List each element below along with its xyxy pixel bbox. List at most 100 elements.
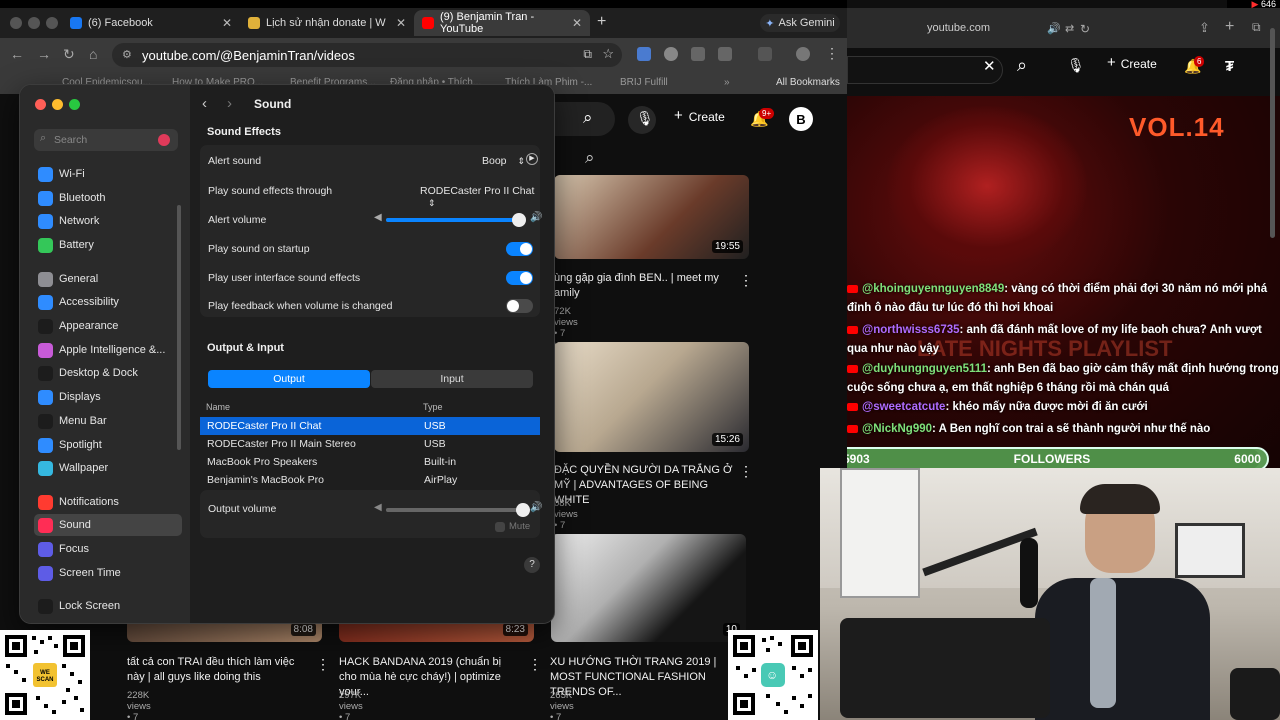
slider-thumb[interactable] bbox=[516, 503, 531, 517]
play-alert-button[interactable]: ▶ bbox=[526, 153, 538, 165]
bookmark-star-icon[interactable]: ☆ bbox=[602, 46, 614, 62]
sidebar-scrollbar[interactable] bbox=[177, 205, 181, 450]
close-tab-icon[interactable]: ✕ bbox=[396, 16, 406, 30]
sidebar-item-bluetooth[interactable]: Bluetooth bbox=[34, 187, 182, 209]
close-tab-icon[interactable]: ✕ bbox=[222, 16, 232, 30]
feedback-toggle[interactable] bbox=[506, 299, 533, 313]
profile-avatar-icon[interactable] bbox=[796, 47, 810, 61]
translate-icon[interactable]: ⇄ bbox=[1065, 22, 1074, 35]
extensions-puzzle-icon[interactable] bbox=[718, 47, 732, 61]
help-button[interactable]: ? bbox=[524, 557, 540, 573]
safari-scrollbar[interactable] bbox=[1270, 28, 1275, 238]
tab-search-icon[interactable] bbox=[758, 47, 772, 61]
ask-gemini-button[interactable]: ✦ Ask Gemini bbox=[760, 14, 840, 32]
alert-volume-slider[interactable] bbox=[386, 213, 526, 227]
sidebar-item-general[interactable]: General bbox=[34, 268, 182, 290]
sidebar-item-notifications[interactable]: Notifications bbox=[34, 491, 182, 513]
column-header-type[interactable]: Type bbox=[423, 402, 443, 412]
tab-wescan[interactable]: Lịch sử nhận donate | WeScan ✕ bbox=[240, 10, 414, 36]
input-tab[interactable]: Input bbox=[371, 370, 533, 388]
back-arrow-icon[interactable]: ← bbox=[10, 46, 24, 62]
bookmark-item[interactable]: BRIJ Fulfill bbox=[620, 77, 668, 88]
home-icon[interactable]: ⌂ bbox=[89, 46, 97, 62]
video-menu-icon[interactable]: ⋮ bbox=[739, 463, 753, 480]
column-header-name[interactable]: Name bbox=[206, 402, 230, 412]
close-window-button[interactable] bbox=[35, 99, 46, 110]
video-menu-icon[interactable]: ⋮ bbox=[316, 656, 330, 673]
sidebar-item-sound[interactable]: Sound bbox=[34, 514, 182, 536]
device-row[interactable]: RODECaster Pro II Chat USB bbox=[200, 417, 540, 435]
mute-checkbox[interactable]: Mute bbox=[495, 521, 530, 532]
install-app-icon[interactable]: ⧉ bbox=[583, 47, 592, 62]
extension-s-icon[interactable] bbox=[664, 47, 678, 61]
address-bar[interactable]: ⚙ youtube.com/@BenjaminTran/videos ⧉ ☆ bbox=[112, 43, 622, 67]
forward-arrow-icon[interactable]: → bbox=[37, 46, 51, 62]
back-chevron-icon[interactable]: ‹ bbox=[202, 95, 207, 112]
channel-search-icon[interactable]: ⌕ bbox=[585, 148, 595, 168]
minimize-window-button[interactable] bbox=[28, 17, 40, 29]
sidebar-item-apple-intelligence[interactable]: Apple Intelligence &... bbox=[34, 339, 182, 361]
share-icon[interactable]: ⇪ bbox=[1199, 20, 1210, 36]
zoom-window-button[interactable] bbox=[46, 17, 58, 29]
sidebar-item-wi-fi[interactable]: Wi-Fi bbox=[34, 163, 182, 185]
video-thumbnail[interactable]: 15:26 bbox=[554, 342, 749, 452]
more-bookmarks-icon[interactable]: » bbox=[724, 77, 730, 88]
output-volume-slider[interactable] bbox=[386, 503, 531, 517]
yt-create-button[interactable]: + Create bbox=[674, 107, 725, 124]
video-title[interactable]: ĐẶC QUYỀN NGƯỜI DA TRẮNG Ở MỸ | ADVANTAG… bbox=[554, 463, 734, 508]
search-icon[interactable]: ⌕ bbox=[1017, 55, 1027, 76]
microphone-icon[interactable]: 🎙 bbox=[1067, 57, 1085, 74]
video-thumbnail[interactable]: 10 bbox=[551, 534, 746, 642]
stream-video[interactable]: VOL.14 LATE NIGHTS PLAYLIST @khoinguyenn… bbox=[847, 96, 1280, 476]
close-tab-icon[interactable]: ✕ bbox=[572, 16, 582, 30]
chrome-menu-icon[interactable]: ⋮ bbox=[825, 45, 839, 62]
video-menu-icon[interactable]: ⋮ bbox=[739, 272, 753, 289]
video-menu-icon[interactable]: ⋮ bbox=[528, 656, 542, 673]
reload-icon[interactable]: ↻ bbox=[1080, 22, 1090, 36]
forward-chevron-icon[interactable]: › bbox=[227, 95, 232, 112]
sidebar-item-lock-screen[interactable]: Lock Screen bbox=[34, 595, 182, 617]
sidebar-item-appearance[interactable]: Appearance bbox=[34, 315, 182, 337]
reload-icon[interactable]: ↻ bbox=[63, 46, 75, 63]
video-title[interactable]: ùng gặp gia đình BEN.. | meet my amily bbox=[554, 271, 724, 301]
clear-search-icon[interactable]: ✕ bbox=[983, 57, 996, 75]
extension-pen-icon[interactable] bbox=[691, 47, 705, 61]
play-through-select[interactable]: RODECaster Pro II Chat ⇕ bbox=[420, 185, 540, 209]
site-info-icon[interactable]: ⚙ bbox=[122, 48, 132, 61]
new-tab-icon[interactable]: + bbox=[1225, 18, 1234, 36]
zoom-window-button[interactable] bbox=[69, 99, 80, 110]
yt-avatar[interactable]: B bbox=[789, 107, 813, 131]
video-title[interactable]: tất cả con TRAI đều thích làm việc này |… bbox=[127, 655, 307, 685]
startup-sound-toggle[interactable] bbox=[506, 242, 533, 256]
sidebar-item-accessibility[interactable]: Accessibility bbox=[34, 291, 182, 313]
sidebar-item-focus[interactable]: Focus bbox=[34, 538, 182, 560]
ui-sounds-toggle[interactable] bbox=[506, 271, 533, 285]
sidebar-item-menu-bar[interactable]: Menu Bar bbox=[34, 410, 182, 432]
audio-playing-icon[interactable]: 🔊 bbox=[1047, 22, 1061, 35]
device-row[interactable]: MacBook Pro Speakers Built-in bbox=[200, 453, 540, 471]
sidebar-item-battery[interactable]: Battery bbox=[34, 234, 182, 256]
video-thumbnail[interactable]: 19:55 bbox=[554, 175, 749, 259]
extension-voice-icon[interactable] bbox=[637, 47, 651, 61]
video-title[interactable]: XU HƯỚNG THỜI TRANG 2019 | MOST FUNCTION… bbox=[550, 655, 730, 700]
minimize-window-button[interactable] bbox=[52, 99, 63, 110]
tab-youtube[interactable]: (9) Benjamin Tran - YouTube ✕ bbox=[414, 10, 590, 36]
sidebar-item-spotlight[interactable]: Spotlight bbox=[34, 434, 182, 456]
alert-sound-select[interactable]: Boop ⇕ bbox=[482, 155, 525, 167]
device-row[interactable]: RODECaster Pro II Main Stereo USB bbox=[200, 435, 540, 453]
safari-address[interactable]: youtube.com bbox=[927, 22, 990, 34]
sidebar-item-displays[interactable]: Displays bbox=[34, 386, 182, 408]
sidebar-item-screen-time[interactable]: Screen Time bbox=[34, 562, 182, 584]
settings-search-field[interactable]: ⌕ Search bbox=[34, 129, 178, 151]
search-input-partial[interactable] bbox=[847, 56, 1003, 84]
slider-thumb[interactable] bbox=[512, 213, 526, 227]
all-bookmarks-button[interactable]: All Bookmarks bbox=[776, 77, 840, 88]
tab-overview-icon[interactable]: ⧉ bbox=[1252, 20, 1261, 35]
tab-facebook[interactable]: (6) Facebook ✕ bbox=[62, 10, 240, 36]
device-row[interactable]: Benjamin's MacBook Pro AirPlay bbox=[200, 471, 540, 489]
new-tab-button[interactable]: + bbox=[597, 13, 606, 31]
sidebar-item-network[interactable]: Network bbox=[34, 210, 182, 232]
close-window-button[interactable] bbox=[10, 17, 22, 29]
sidebar-item-wallpaper[interactable]: Wallpaper bbox=[34, 457, 182, 479]
video-title[interactable]: HACK BANDANA 2019 (chuẩn bị cho mùa hè c… bbox=[339, 655, 519, 700]
